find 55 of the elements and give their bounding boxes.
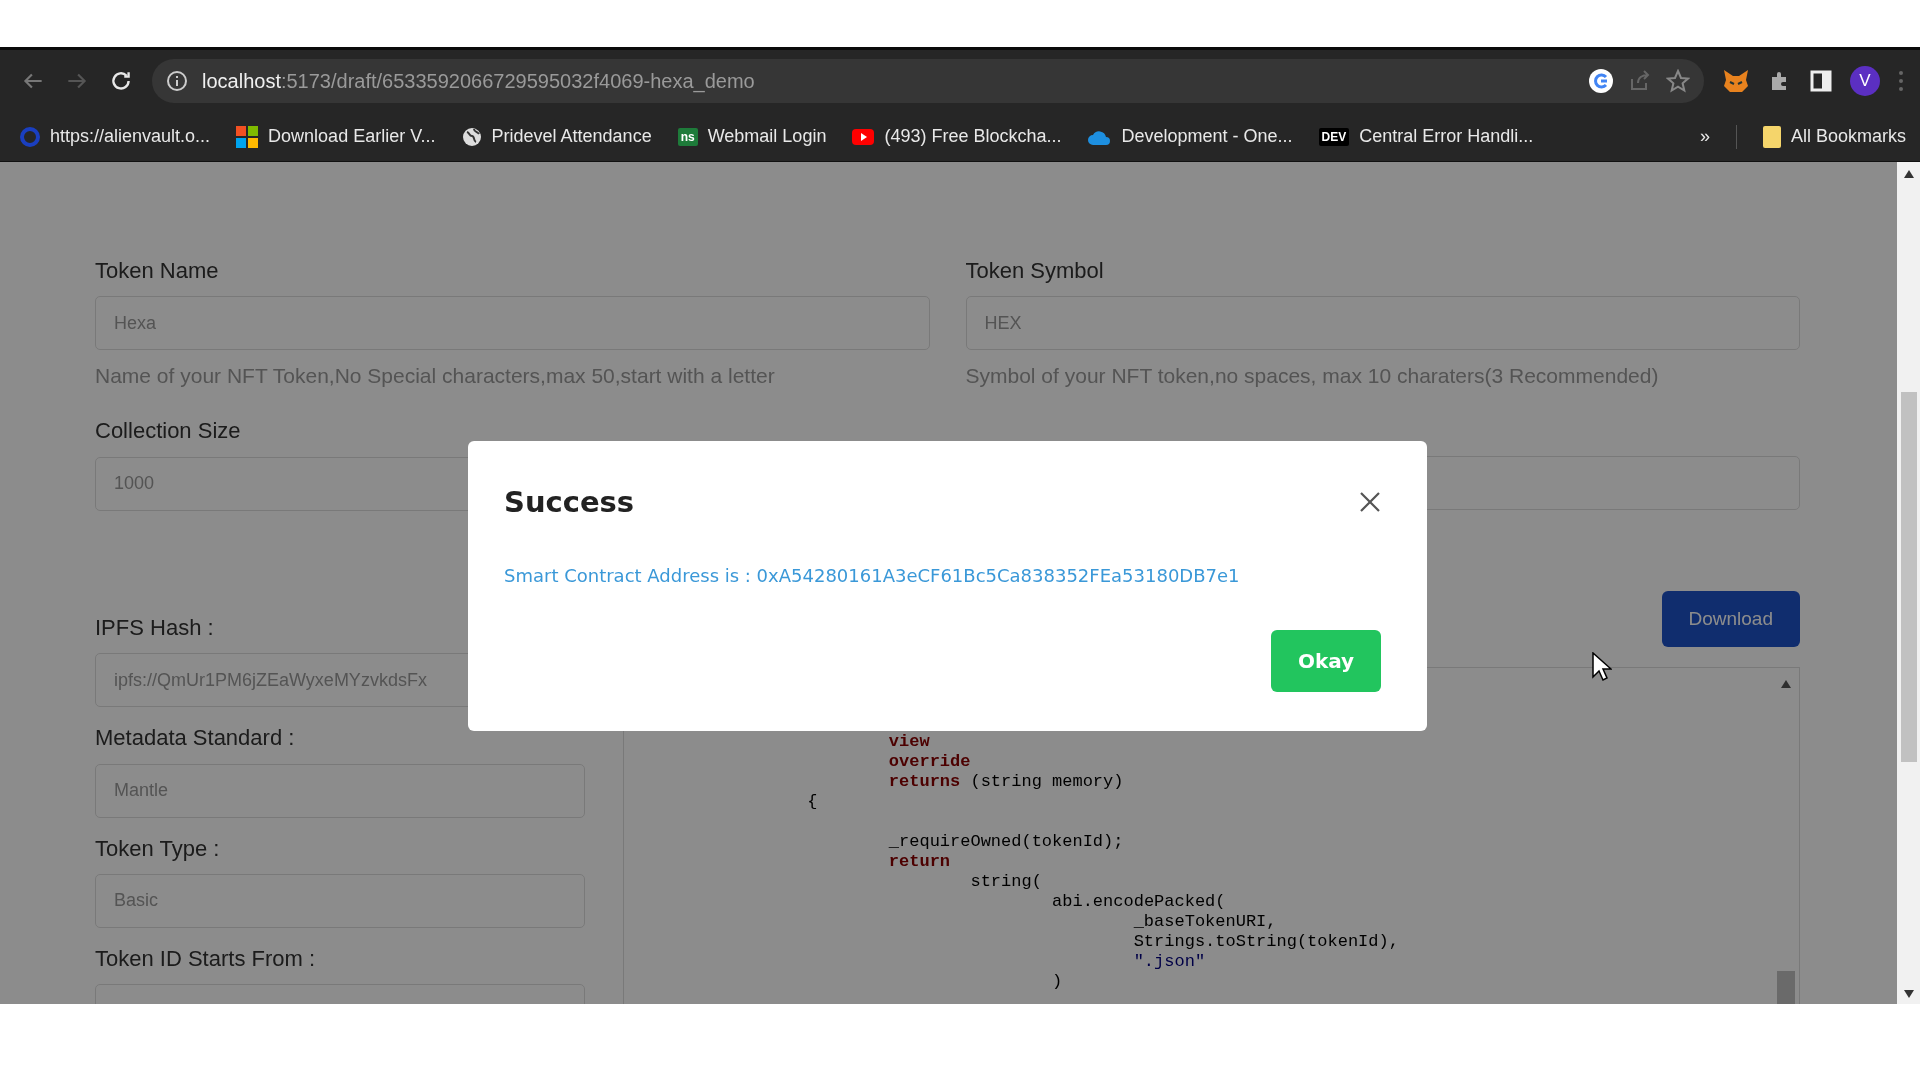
code-line: return	[888, 851, 951, 872]
bookmark-link[interactable]: Download Earlier V...	[268, 126, 436, 147]
code-line: view	[888, 731, 930, 752]
field-label: Token Name	[95, 258, 220, 285]
bookmark-badge: ns	[677, 127, 698, 146]
more-bookmarks[interactable]: »	[1699, 126, 1710, 147]
bookmark-link[interactable]: Development - One...	[1121, 126, 1293, 147]
code-line: _baseTokenURI,	[1133, 911, 1277, 932]
bookmark-link[interactable]: Pridevel Attendance	[491, 126, 652, 147]
field-label: IPFS Hash :	[95, 614, 215, 642]
code-line: override	[888, 751, 971, 772]
play-icon	[852, 128, 875, 145]
bookmark-link[interactable]: Central Error Handli...	[1359, 126, 1534, 147]
bookmark-link[interactable]: All Bookmarks	[1790, 126, 1906, 147]
globe-icon	[461, 126, 482, 147]
bookmark-link[interactable]: Webmail Login	[707, 126, 827, 147]
star-icon[interactable]	[1666, 69, 1690, 93]
cloud-icon	[1087, 128, 1112, 145]
field-label: Metadata Standard :	[95, 725, 296, 752]
share-icon[interactable]	[1628, 69, 1652, 93]
code-line: Strings.toString(tokenId),	[1133, 931, 1399, 952]
scroll-down-icon[interactable]	[1903, 990, 1914, 998]
code-line: _requireOwned(tokenId);	[888, 831, 1124, 852]
info-icon	[166, 70, 188, 92]
download-button[interactable]: Download	[1661, 590, 1800, 647]
sidebar-icon[interactable]	[1810, 70, 1832, 92]
field-hint: Symbol of your NFT token,no spaces, max 10 charaters(3 Recommended)	[965, 364, 1660, 389]
code-line: {	[807, 791, 818, 812]
code-line: )	[1052, 971, 1063, 992]
field-label: Token Type :	[95, 835, 221, 862]
dialog-message: Smart Contract Address is : 0xA54280161A3eCF61Bc5Ca838352FEa53180DB7e1	[504, 565, 1241, 586]
scroll-up-icon[interactable]	[1903, 170, 1914, 178]
code-line: returns (string memory)	[888, 771, 1124, 792]
scrollbar-thumb[interactable]	[1900, 392, 1917, 762]
field-label: Token ID Starts From :	[95, 945, 317, 973]
folder-icon	[1762, 125, 1781, 148]
bookmark-link[interactable]: (493) Free Blockcha...	[884, 126, 1062, 147]
address-bar[interactable]: localhost:5173/draft/6533592066729595032f4069-hexa_demo	[152, 59, 1704, 103]
code-line: abi.encodePacked(	[1052, 891, 1226, 912]
url-text: localhost:5173/draft/6533592066729595032f4069-hexa_demo	[202, 69, 756, 93]
field-label: Token Symbol	[965, 258, 1105, 285]
field-label: Collection Size	[95, 418, 242, 445]
code-line: ".json"	[1133, 951, 1206, 972]
menu-icon[interactable]	[1898, 70, 1904, 92]
dialog-title: Success	[504, 485, 635, 519]
windows-icon	[236, 125, 259, 148]
google-icon[interactable]	[1588, 68, 1614, 94]
bookmark-link[interactable]: https://alienvault.o...	[50, 126, 211, 147]
bookmark-badge: DEV	[1318, 127, 1350, 146]
circle-icon	[20, 126, 40, 147]
page-scrollbar[interactable]	[1897, 162, 1920, 1004]
profile-avatar[interactable]: V	[1850, 66, 1880, 96]
fox-icon[interactable]	[1722, 68, 1750, 94]
field-hint: Name of your NFT Token,No Special characters,max 50,start with a letter	[95, 364, 776, 389]
code-line: string(	[970, 871, 1042, 892]
